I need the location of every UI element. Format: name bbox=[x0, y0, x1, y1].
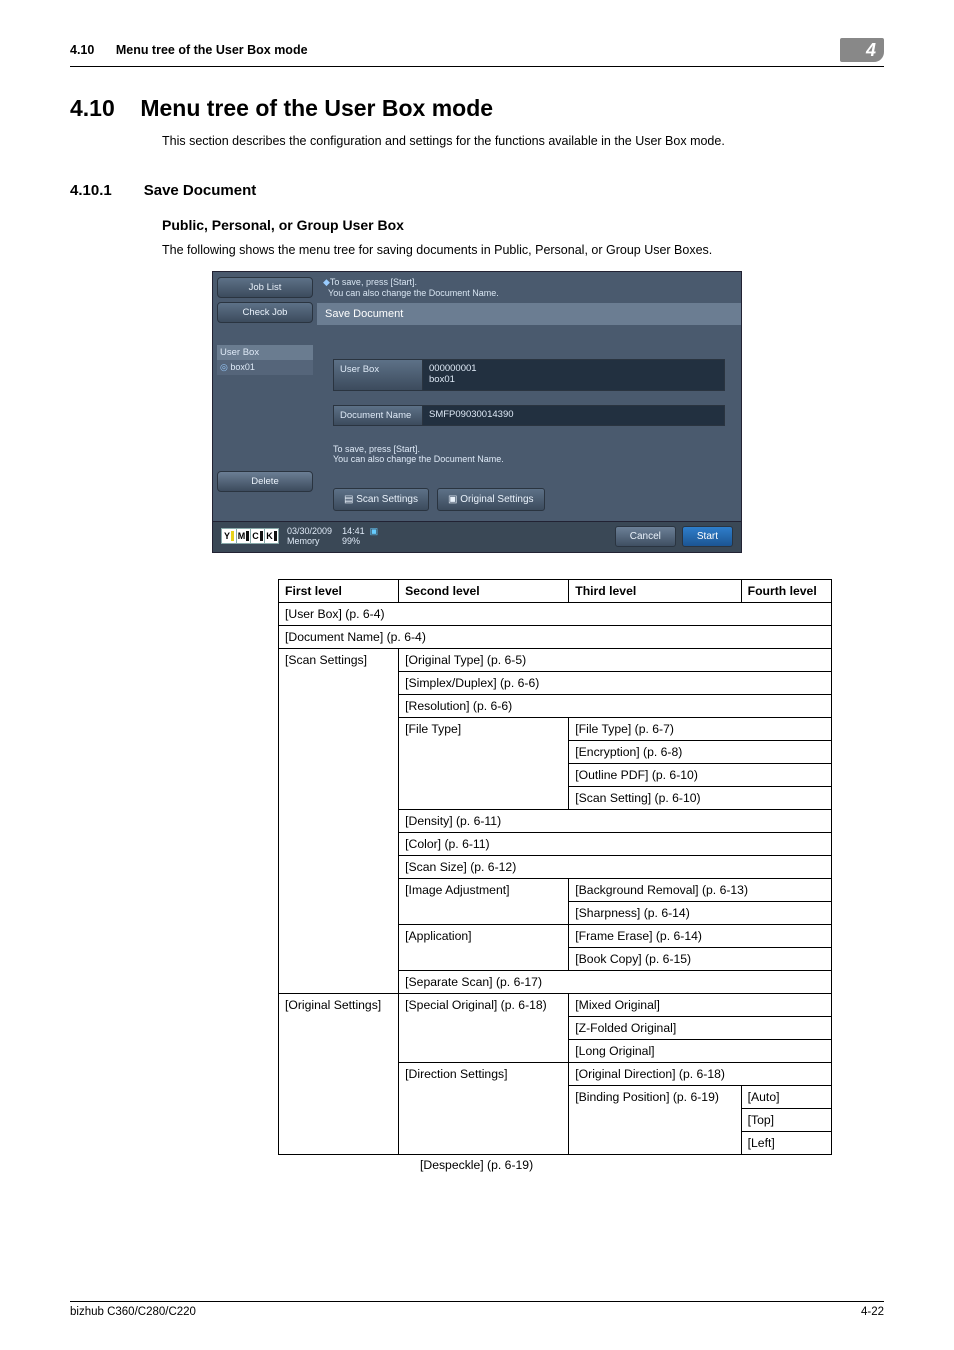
col-fourth-level: Fourth level bbox=[741, 579, 831, 602]
userbox-row: [User Box] (p. 6-4) bbox=[279, 602, 832, 625]
check-job-button[interactable]: Check Job bbox=[217, 302, 313, 323]
start-button[interactable]: Start bbox=[682, 526, 733, 547]
mfp-note: To save, press [Start]. You can also cha… bbox=[333, 440, 725, 478]
box-item-label: box01 bbox=[230, 362, 255, 372]
led-m: M bbox=[236, 529, 250, 543]
intro-paragraph: This section describes the configuration… bbox=[70, 134, 884, 148]
header-section-number: 4.10 bbox=[70, 43, 94, 57]
separate-scan: [Separate Scan] (p. 6-17) bbox=[399, 970, 832, 993]
image-adjust: [Image Adjustment] bbox=[399, 878, 569, 924]
section-number: 4.10 bbox=[70, 95, 115, 121]
menu-tree-table: First level Second level Third level Fou… bbox=[278, 579, 832, 1155]
long-original: [Long Original] bbox=[569, 1039, 832, 1062]
col-third-level: Third level bbox=[569, 579, 741, 602]
foot-date: 03/30/2009 bbox=[287, 526, 332, 536]
scan-settings-button[interactable]: ▤ Scan Settings bbox=[333, 488, 429, 511]
left: [Left] bbox=[741, 1131, 831, 1154]
binding-position: [Binding Position] (p. 6-19) bbox=[569, 1085, 741, 1154]
scan-size: [Scan Size] (p. 6-12) bbox=[399, 855, 832, 878]
z-folded: [Z-Folded Original] bbox=[569, 1016, 832, 1039]
subsection-title: Save Document bbox=[144, 182, 257, 199]
doc-icon: ▤ bbox=[344, 494, 353, 505]
application: [Application] bbox=[399, 924, 569, 970]
docname-field-label: Document Name bbox=[333, 405, 423, 426]
userbox-name: box01 bbox=[429, 374, 455, 385]
docname-row: [Document Name] (p. 6-4) bbox=[279, 625, 832, 648]
table-header-row: First level Second level Third level Fou… bbox=[279, 579, 832, 602]
scan-settings-label: Scan Settings bbox=[356, 494, 418, 505]
resolution: [Resolution] (p. 6-6) bbox=[399, 694, 832, 717]
sharpness: [Sharpness] (p. 6-14) bbox=[569, 901, 832, 924]
top: [Top] bbox=[741, 1108, 831, 1131]
circle-icon: ◎ bbox=[220, 362, 228, 372]
section-heading: Menu tree of the User Box mode bbox=[140, 95, 493, 121]
userbox-num: 000000001 bbox=[429, 363, 477, 374]
led-y: Y bbox=[222, 529, 236, 543]
scan-setting: [Scan Setting] (p. 6-10) bbox=[569, 786, 832, 809]
toner-leds: Y M C K bbox=[221, 528, 279, 544]
mixed-original: [Mixed Original] bbox=[569, 993, 832, 1016]
cancel-button[interactable]: Cancel bbox=[615, 526, 676, 547]
header-left: 4.10 Menu tree of the User Box mode bbox=[70, 43, 308, 57]
mfp-footer: Y M C K 03/30/2009 14:41 ▣ Memory 99% Ca… bbox=[213, 521, 741, 552]
col-first-level: First level bbox=[279, 579, 399, 602]
original-direction: [Original Direction] (p. 6-18) bbox=[569, 1062, 832, 1085]
mfp-hint-line2: You can also change the Document Name. bbox=[328, 288, 499, 298]
userbox-field[interactable]: User Box 000000001 box01 bbox=[333, 359, 725, 391]
direction-settings: [Direction Settings] bbox=[399, 1062, 569, 1154]
mfp-hint-line1: To save, press [Start]. bbox=[330, 277, 417, 287]
foot-mem-label: Memory bbox=[287, 536, 320, 546]
simplex-duplex: [Simplex/Duplex] (p. 6-6) bbox=[399, 671, 832, 694]
page-footer: bizhub C360/C280/C220 4-22 bbox=[70, 1301, 884, 1318]
bg-removal: [Background Removal] (p. 6-13) bbox=[569, 878, 832, 901]
led-k: K bbox=[264, 529, 278, 543]
sub2-title: Public, Personal, or Group User Box bbox=[70, 217, 884, 233]
footer-page: 4-22 bbox=[861, 1306, 884, 1318]
section-title: 4.10 Menu tree of the User Box mode bbox=[70, 95, 884, 122]
running-header: 4.10 Menu tree of the User Box mode 4 bbox=[70, 38, 884, 67]
scan-settings-l1: [Scan Settings] bbox=[279, 648, 399, 993]
mfp-sidebar: Job List Check Job User Box ◎ box01 Dele… bbox=[213, 272, 317, 521]
sidebar-box-item[interactable]: ◎ box01 bbox=[217, 360, 313, 375]
header-title: Menu tree of the User Box mode bbox=[116, 43, 308, 57]
mfp-note-line1: To save, press [Start]. bbox=[333, 444, 420, 454]
density: [Density] (p. 6-11) bbox=[399, 809, 832, 832]
mfp-note-line2: You can also change the Document Name. bbox=[333, 454, 504, 464]
docname-field-value: SMFP09030014390 bbox=[423, 405, 725, 426]
mfp-hint: ◆To save, press [Start]. You can also ch… bbox=[317, 272, 741, 303]
ok-icon: ▣ bbox=[370, 526, 379, 536]
userbox-field-value: 000000001 box01 bbox=[423, 359, 725, 391]
outline-pdf: [Outline PDF] (p. 6-10) bbox=[569, 763, 832, 786]
col-second-level: Second level bbox=[399, 579, 569, 602]
file-type-l2: [File Type] bbox=[399, 717, 569, 809]
delete-button[interactable]: Delete bbox=[217, 471, 313, 492]
job-list-button[interactable]: Job List bbox=[217, 277, 313, 298]
original-type: [Original Type] (p. 6-5) bbox=[399, 648, 832, 671]
original-settings-label: Original Settings bbox=[460, 494, 533, 505]
chapter-tab: 4 bbox=[840, 38, 884, 62]
frame-erase: [Frame Erase] (p. 6-14) bbox=[569, 924, 832, 947]
userbox-label: User Box bbox=[217, 345, 313, 360]
led-c: C bbox=[250, 529, 264, 543]
encryption: [Encryption] (p. 6-8) bbox=[569, 740, 832, 763]
mfp-panel: Job List Check Job User Box ◎ box01 Dele… bbox=[212, 271, 742, 553]
sub2-intro: The following shows the menu tree for sa… bbox=[70, 243, 884, 257]
original-settings-button[interactable]: ▣ Original Settings bbox=[437, 488, 545, 511]
book-copy: [Book Copy] (p. 6-15) bbox=[569, 947, 832, 970]
auto: [Auto] bbox=[741, 1085, 831, 1108]
color: [Color] (p. 6-11) bbox=[399, 832, 832, 855]
userbox-field-label: User Box bbox=[333, 359, 423, 391]
docname-field[interactable]: Document Name SMFP09030014390 bbox=[333, 405, 725, 426]
original-settings-l1: [Original Settings] bbox=[279, 993, 399, 1154]
footer-model: bizhub C360/C280/C220 bbox=[70, 1306, 196, 1318]
mfp-panel-title: Save Document bbox=[317, 303, 741, 325]
page-icon: ▣ bbox=[448, 494, 457, 505]
despeckle-note: [Despeckle] (p. 6-19) bbox=[420, 1155, 884, 1172]
special-original: [Special Original] (p. 6-18) bbox=[399, 993, 569, 1062]
foot-mem-val: 99% bbox=[342, 536, 360, 546]
foot-time: 14:41 bbox=[342, 526, 365, 536]
file-type-l3: [File Type] (p. 6-7) bbox=[569, 717, 832, 740]
foot-status: 03/30/2009 14:41 ▣ Memory 99% bbox=[287, 526, 378, 547]
subsection-number: 4.10.1 bbox=[70, 182, 112, 217]
